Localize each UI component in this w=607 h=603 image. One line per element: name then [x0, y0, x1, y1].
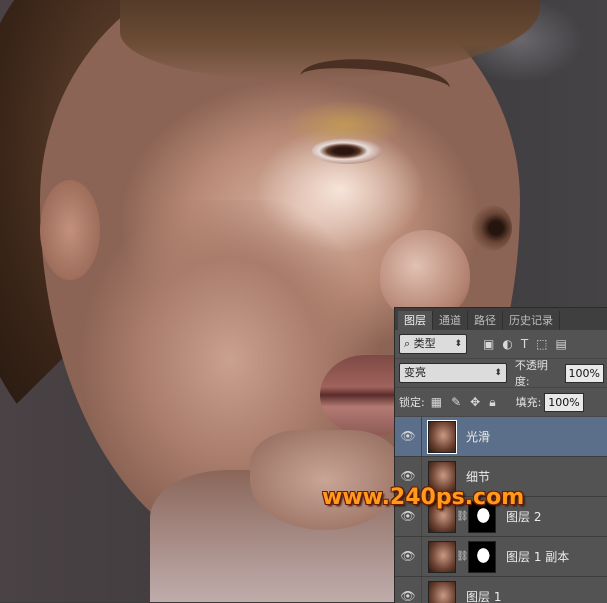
- lock-all-icon[interactable]: 🔒︎: [489, 395, 495, 410]
- layer-row[interactable]: 👁︎ 光滑: [395, 417, 607, 457]
- filter-row: ⌕ 类型 ⬍ ▣ ◐ T ⬚ ▤: [395, 330, 607, 359]
- layers-panel: 图层 通道 路径 历史记录 ⌕ 类型 ⬍ ▣ ◐ T ⬚ ▤ 变亮 ⬍ 不透明度…: [394, 307, 607, 603]
- ear: [40, 180, 100, 280]
- visibility-eye-icon[interactable]: 👁︎: [395, 537, 422, 576]
- lock-row: 锁定: ▦ ✎ ✥ 🔒︎ 填充: 100%: [395, 388, 607, 417]
- chain-link-icon[interactable]: ⛓︎: [456, 511, 468, 522]
- fill-input[interactable]: 100%: [544, 393, 583, 412]
- layer-name: 图层 2: [506, 508, 541, 525]
- chevron-updown-icon: ⬍: [454, 335, 462, 353]
- tab-channels[interactable]: 通道: [433, 311, 468, 330]
- lock-move-icon[interactable]: ✥: [470, 395, 480, 410]
- chevron-updown-icon: ⬍: [494, 364, 502, 382]
- filter-type-label: 类型: [414, 337, 436, 350]
- layer-name: 图层 1: [466, 588, 501, 603]
- blend-mode-select[interactable]: 变亮 ⬍: [399, 363, 507, 383]
- chin: [250, 430, 400, 530]
- layer-name: 图层 1 副本: [506, 548, 569, 565]
- opacity-input[interactable]: 100%: [565, 364, 604, 383]
- layer-thumbnail: [428, 541, 456, 573]
- far-eye: [472, 205, 512, 251]
- shape-icon[interactable]: ⬚: [536, 337, 547, 351]
- watermark: www.240ps.com: [322, 485, 524, 510]
- lock-brush-icon[interactable]: ✎: [451, 395, 461, 410]
- layer-row[interactable]: 👁︎ ⛓︎ 图层 1 副本: [395, 537, 607, 577]
- layer-row[interactable]: 👁︎ 图层 1: [395, 577, 607, 603]
- layer-name: 光滑: [466, 428, 490, 445]
- filter-type-select[interactable]: ⌕ 类型 ⬍: [399, 334, 467, 354]
- visibility-eye-icon[interactable]: 👁︎: [395, 417, 422, 456]
- lock-icons: ▦ ✎ ✥ 🔒︎: [431, 395, 496, 410]
- layer-thumbnail: [428, 421, 456, 453]
- layer-thumbnail: [428, 581, 456, 603]
- blend-row: 变亮 ⬍ 不透明度: 100%: [395, 359, 607, 388]
- layer-list: 👁︎ 光滑 👁︎ 细节 👁︎ ⛓︎ 图层 2 👁︎ ⛓︎ 图层 1 副本 👁︎: [395, 417, 607, 603]
- smart-object-icon[interactable]: ▤: [556, 337, 567, 351]
- panel-tabs: 图层 通道 路径 历史记录: [395, 308, 607, 330]
- chain-link-icon[interactable]: ⛓︎: [456, 551, 468, 562]
- visibility-eye-icon[interactable]: 👁︎: [395, 577, 422, 603]
- opacity-label: 不透明度:: [515, 357, 562, 389]
- tab-paths[interactable]: 路径: [468, 311, 503, 330]
- fill-label: 填充:: [516, 394, 542, 410]
- blend-mode-value: 变亮: [404, 366, 426, 379]
- tab-history[interactable]: 历史记录: [503, 311, 560, 330]
- layer-mask-thumbnail[interactable]: [468, 541, 496, 573]
- tab-layers[interactable]: 图层: [398, 311, 433, 330]
- type-t-icon[interactable]: T: [521, 337, 528, 351]
- adjustment-circle-icon[interactable]: ◐: [502, 337, 512, 351]
- eye: [312, 138, 382, 164]
- layer-name: 细节: [466, 468, 490, 485]
- filter-icons: ▣ ◐ T ⬚ ▤: [483, 337, 567, 351]
- image-icon[interactable]: ▣: [483, 337, 494, 351]
- lock-label: 锁定:: [399, 394, 425, 410]
- search-icon: ⌕: [404, 337, 410, 350]
- lock-transparent-icon[interactable]: ▦: [431, 395, 442, 410]
